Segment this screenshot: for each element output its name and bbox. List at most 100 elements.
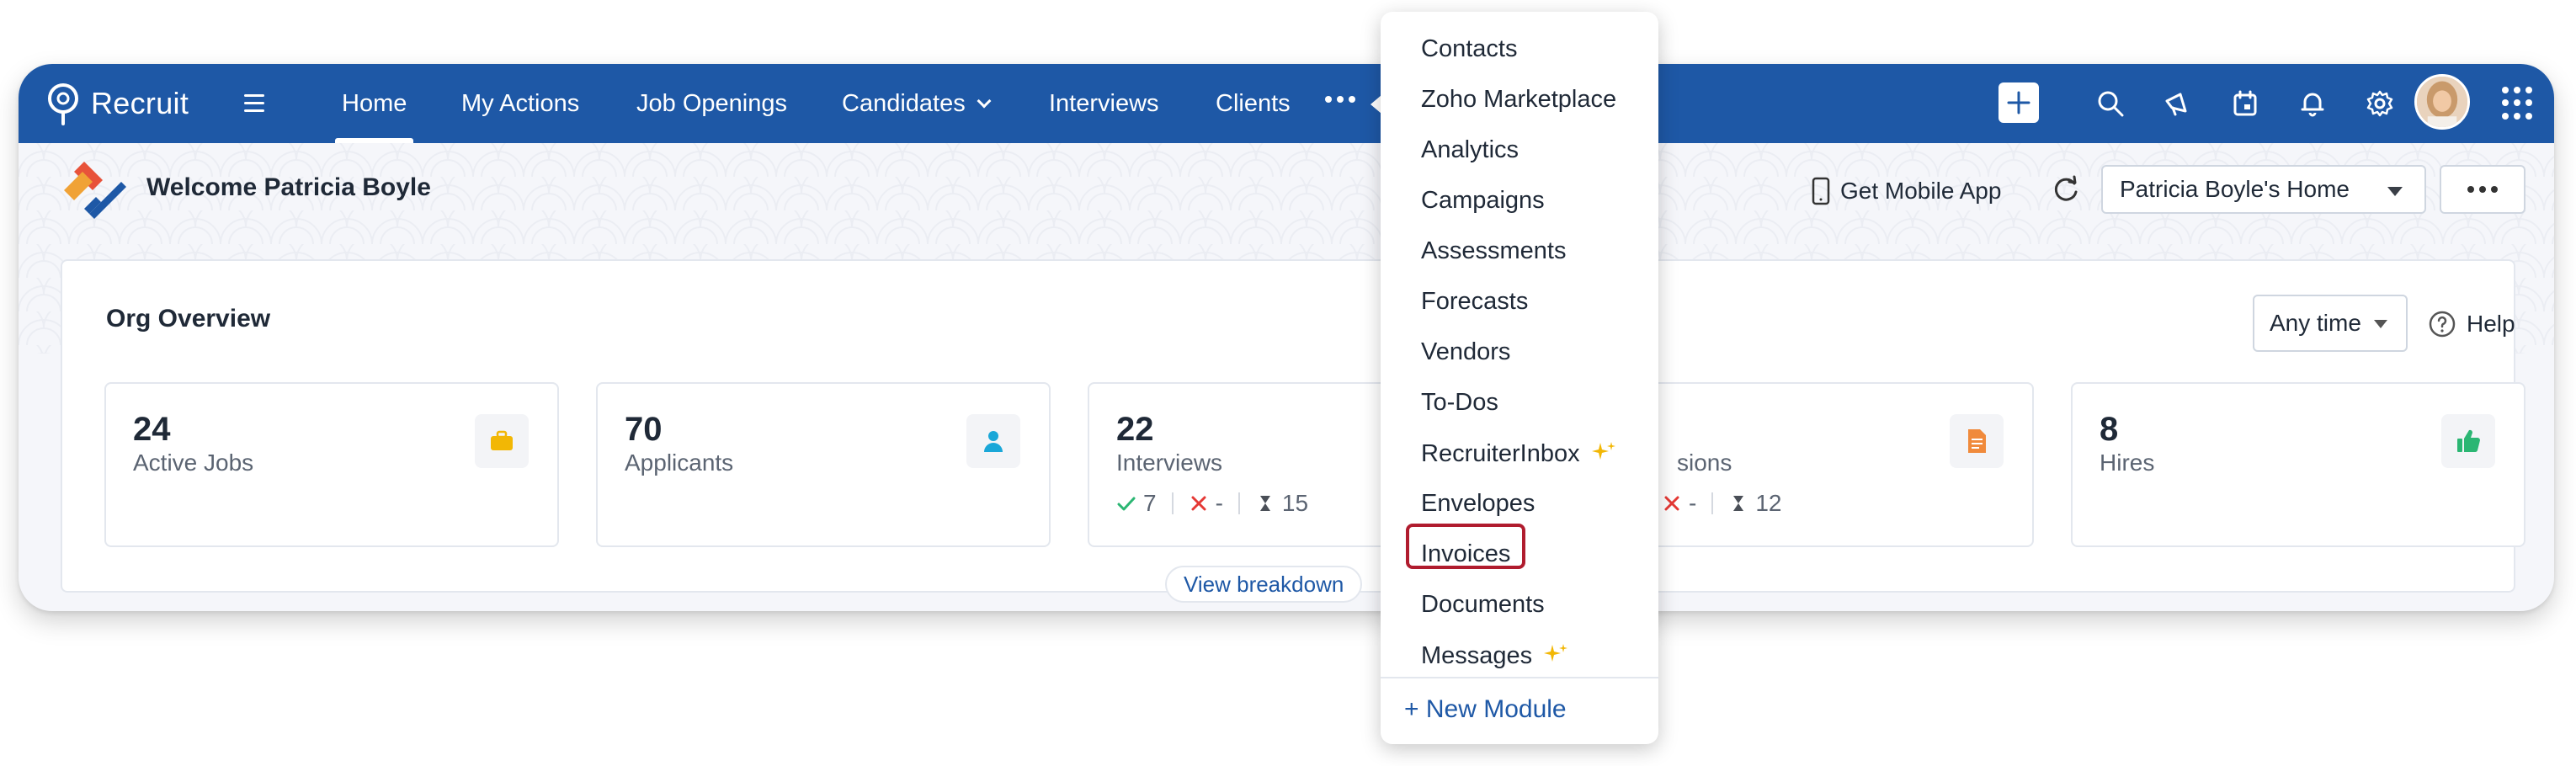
menu-item-envelopes[interactable]: Envelopes bbox=[1421, 490, 1535, 518]
chevron-down-icon bbox=[977, 93, 992, 109]
app-window: Recruit Home My Actions Job Openings Can… bbox=[19, 64, 2554, 611]
nav-item-candidates[interactable]: Candidates bbox=[842, 64, 992, 143]
nav-item-label: Job Openings bbox=[636, 89, 787, 117]
announcement-button[interactable] bbox=[2157, 82, 2199, 125]
nav-item-home[interactable]: Home bbox=[334, 64, 414, 143]
check-icon bbox=[1117, 497, 1136, 511]
user-photo-icon bbox=[2417, 77, 2467, 127]
nav-item-job-openings[interactable]: Job Openings bbox=[636, 64, 787, 143]
stat-card-applicants[interactable]: 70 Applicants bbox=[596, 382, 1051, 547]
submission-sub-stats: - 12 bbox=[1662, 490, 1781, 517]
menu-item-messages[interactable]: Messages bbox=[1421, 641, 1571, 670]
settings-button[interactable] bbox=[2359, 82, 2401, 125]
passed-count: 7 bbox=[1143, 490, 1157, 516]
new-module-link[interactable]: + New Module bbox=[1404, 695, 1567, 724]
avatar[interactable] bbox=[2414, 74, 2470, 130]
stat-value: 24 bbox=[133, 411, 171, 448]
menu-item-label: Zoho Marketplace bbox=[1421, 86, 1617, 113]
app-name: Recruit bbox=[91, 86, 189, 120]
nav-item-my-actions[interactable]: My Actions bbox=[461, 64, 579, 143]
app-logo[interactable]: Recruit bbox=[44, 81, 189, 126]
menu-item-assessments[interactable]: Assessments bbox=[1421, 237, 1566, 265]
menu-item-campaigns[interactable]: Campaigns bbox=[1421, 187, 1545, 215]
sparkle-icon bbox=[1591, 442, 1615, 460]
nav-item-label: Interviews bbox=[1049, 89, 1159, 117]
stat-card-active-jobs[interactable]: 24 Active Jobs bbox=[104, 382, 559, 547]
help-link[interactable]: Help bbox=[2428, 310, 2515, 338]
search-button[interactable] bbox=[2089, 82, 2132, 125]
notifications-button[interactable] bbox=[2291, 82, 2334, 125]
menu-item-label: Vendors bbox=[1421, 338, 1511, 365]
caret-down-icon bbox=[2387, 187, 2403, 196]
top-nav: Recruit Home My Actions Job Openings Can… bbox=[19, 64, 2554, 143]
time-filter-select[interactable]: Any time bbox=[2253, 295, 2408, 352]
recruit-brand-icon bbox=[64, 162, 126, 219]
pending-count: 15 bbox=[1281, 490, 1309, 516]
calendar-icon bbox=[2233, 90, 2257, 116]
search-icon bbox=[2098, 91, 2124, 117]
stat-value: 70 bbox=[625, 411, 663, 448]
menu-item-label: Forecasts bbox=[1421, 288, 1529, 315]
menu-item-forecasts[interactable]: Forecasts bbox=[1421, 288, 1528, 316]
menu-item-label: RecruiterInbox bbox=[1421, 439, 1580, 467]
calendar-button[interactable] bbox=[2224, 82, 2266, 125]
stat-label: Applicants bbox=[625, 449, 734, 476]
menu-item-zoho-marketplace[interactable]: Zoho Marketplace bbox=[1421, 86, 1616, 114]
refresh-icon[interactable] bbox=[2049, 173, 2083, 207]
nav-item-interviews[interactable]: Interviews bbox=[1049, 64, 1159, 143]
stat-icon-container bbox=[475, 414, 529, 468]
menu-item-analytics[interactable]: Analytics bbox=[1421, 136, 1519, 164]
menu-item-to-dos[interactable]: To-Dos bbox=[1421, 389, 1498, 417]
menu-item-documents[interactable]: Documents bbox=[1421, 591, 1545, 619]
hourglass-icon bbox=[1259, 496, 1270, 511]
org-overview-title: Org Overview bbox=[106, 305, 271, 332]
view-breakdown-button[interactable]: View breakdown bbox=[1165, 566, 1363, 603]
bell-icon bbox=[2301, 93, 2324, 117]
caret-down-icon bbox=[2374, 320, 2387, 328]
get-mobile-app-label: Get Mobile App bbox=[1840, 178, 2002, 204]
announcement-icon bbox=[2165, 93, 2187, 116]
nav-item-label: Clients bbox=[1216, 89, 1291, 117]
briefcase-icon bbox=[491, 430, 513, 450]
document-icon bbox=[1968, 429, 1986, 453]
menu-item-contacts[interactable]: Contacts bbox=[1421, 35, 1517, 63]
more-modules-icon[interactable] bbox=[1325, 96, 1355, 103]
stat-label: Interviews bbox=[1116, 449, 1223, 476]
cross-icon bbox=[1664, 496, 1679, 511]
org-overview-panel: Org Overview Any time Help 24 Active Job… bbox=[61, 259, 2525, 593]
stat-label: Active Jobs bbox=[133, 449, 254, 476]
more-options-button[interactable] bbox=[2440, 165, 2525, 214]
menu-item-invoices[interactable]: Invoices bbox=[1421, 540, 1510, 568]
person-icon bbox=[984, 431, 1003, 452]
menu-item-vendors[interactable]: Vendors bbox=[1421, 338, 1510, 366]
menu-item-label: Invoices bbox=[1421, 540, 1511, 567]
stat-icon-container bbox=[2441, 414, 2495, 468]
sparkle-icon bbox=[1544, 644, 1568, 662]
stat-icon-container bbox=[1950, 414, 2004, 468]
menu-divider bbox=[1381, 677, 1658, 678]
apps-grid-icon[interactable] bbox=[2502, 87, 2536, 120]
quick-create-button[interactable] bbox=[1999, 82, 2039, 123]
menu-item-label: Documents bbox=[1421, 591, 1545, 618]
get-mobile-app-link[interactable]: Get Mobile App bbox=[1812, 177, 2001, 205]
stat-value: 8 bbox=[2100, 411, 2119, 448]
menu-item-label: To-Dos bbox=[1421, 389, 1498, 416]
stat-card-hires[interactable]: 8 Hires bbox=[2071, 382, 2525, 547]
nav-item-label: Candidates bbox=[842, 89, 966, 117]
recruit-logo-icon bbox=[48, 83, 78, 125]
hourglass-icon bbox=[1733, 496, 1744, 511]
home-view-select[interactable]: Patricia Boyle's Home bbox=[2101, 165, 2426, 214]
stat-value: 22 bbox=[1116, 411, 1154, 448]
stat-label: sions bbox=[1677, 449, 1732, 476]
hamburger-menu-icon[interactable] bbox=[244, 89, 271, 118]
stat-label: Hires bbox=[2100, 449, 2155, 476]
menu-item-label: Contacts bbox=[1421, 35, 1518, 62]
failed-count: - bbox=[1689, 490, 1697, 516]
nav-item-clients[interactable]: Clients bbox=[1216, 64, 1291, 143]
menu-item-label: Assessments bbox=[1421, 237, 1567, 264]
menu-item-recruiterinbox[interactable]: RecruiterInbox bbox=[1421, 439, 1619, 468]
nav-item-label: Home bbox=[342, 89, 407, 117]
view-breakdown-label: View breakdown bbox=[1184, 571, 1344, 597]
menu-item-label: Messages bbox=[1421, 641, 1533, 669]
gear-icon bbox=[2366, 90, 2393, 117]
